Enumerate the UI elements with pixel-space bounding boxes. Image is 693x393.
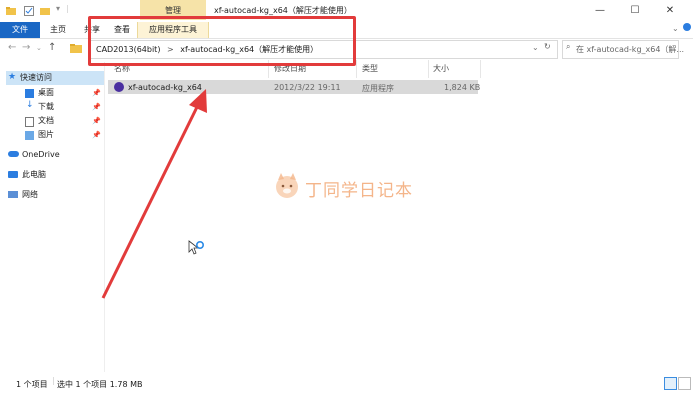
selection-info: 选中 1 个项目 1.78 MB (57, 380, 143, 389)
divider: | (52, 376, 55, 385)
expand-ribbon-icon[interactable]: ⌄ (672, 24, 679, 33)
forward-button[interactable]: → (22, 42, 30, 53)
large-icons-view-button[interactable] (678, 377, 691, 390)
tab-home[interactable]: 主页 (44, 22, 72, 38)
details-view-button[interactable] (664, 377, 677, 390)
sidebar-item-label: 快速访问 (20, 73, 52, 82)
column-divider[interactable] (428, 60, 429, 78)
item-count: 1 个项目 (16, 380, 48, 389)
document-icon (25, 117, 34, 127)
computer-icon (8, 171, 18, 178)
divider: | (66, 4, 69, 13)
new-folder-icon[interactable] (40, 6, 50, 16)
cloud-icon (8, 151, 19, 157)
desktop-icon (25, 89, 34, 98)
column-divider[interactable] (480, 60, 481, 78)
properties-icon[interactable] (24, 6, 34, 16)
file-type: 应用程序 (362, 84, 394, 93)
close-button[interactable]: ✕ (655, 2, 685, 20)
back-button[interactable]: ← (8, 42, 16, 53)
annotation-arrow-icon (101, 89, 207, 299)
customize-toolbar-icon[interactable]: ▾ (56, 4, 60, 13)
file-size: 1,824 KB (444, 83, 481, 92)
folder-icon (6, 6, 16, 16)
sidebar-item-pictures[interactable]: 图片 (38, 128, 54, 142)
sidebar-item-this-pc[interactable]: 此电脑 (22, 168, 46, 182)
column-header-type[interactable]: 类型 (362, 63, 378, 75)
column-header-size[interactable]: 大小 (433, 63, 449, 75)
picture-icon (25, 131, 34, 140)
help-icon[interactable] (683, 23, 691, 31)
column-divider[interactable] (356, 60, 357, 78)
star-icon: ★ (8, 72, 17, 82)
annotation-highlight-box (88, 16, 356, 66)
sidebar-item-desktop[interactable]: 桌面 (38, 86, 54, 100)
minimize-button[interactable]: — (585, 2, 615, 20)
window-title: xf-autocad-kg_x64（解压才能使用） (214, 6, 352, 15)
address-dropdown-icon[interactable]: ⌄ (532, 43, 539, 52)
download-icon: ↓ (26, 100, 34, 110)
file-modified: 2012/3/22 19:11 (274, 83, 341, 92)
search-placeholder: 在 xf-autocad-kg_x64（解... (576, 45, 685, 54)
up-button[interactable]: ↑ (48, 42, 56, 53)
recent-locations-icon[interactable]: ⌄ (36, 44, 42, 52)
sidebar-item-network[interactable]: 网络 (22, 188, 38, 202)
shiba-logo-icon (272, 171, 302, 203)
sidebar-item-documents[interactable]: 文档 (38, 114, 54, 128)
folder-icon (70, 43, 82, 55)
sidebar-item-onedrive[interactable]: OneDrive (22, 148, 60, 162)
search-icon: ⌕ (566, 42, 571, 51)
tab-file[interactable]: 文件 (0, 22, 40, 38)
watermark-text: 丁同学日记本 (305, 181, 413, 201)
refresh-icon[interactable]: ↻ (544, 42, 551, 51)
network-icon (8, 191, 18, 198)
sidebar-item-downloads[interactable]: 下载 (38, 100, 54, 114)
maximize-button[interactable]: ☐ (620, 2, 650, 20)
